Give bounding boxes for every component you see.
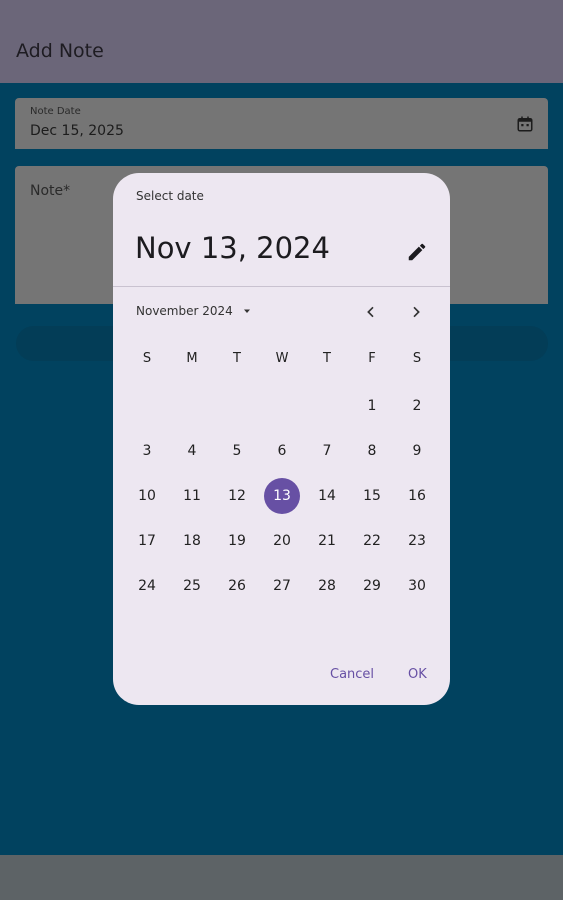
- dialog-divider: [113, 286, 450, 287]
- cancel-button[interactable]: Cancel: [330, 667, 374, 682]
- day-cell[interactable]: 26: [219, 568, 255, 604]
- note-date-field[interactable]: Note Date Dec 15, 2025: [15, 98, 548, 149]
- caret-down-icon: [243, 309, 250, 313]
- page-title: Add Note: [16, 40, 104, 62]
- day-cell[interactable]: 21: [309, 523, 345, 559]
- day-cell[interactable]: 24: [129, 568, 165, 604]
- weekday-label: S: [142, 351, 152, 366]
- day-cell[interactable]: 25: [174, 568, 210, 604]
- weekday-label: M: [186, 351, 198, 366]
- day-cell[interactable]: 15: [354, 478, 390, 514]
- selected-date-headline: Nov 13, 2024: [135, 231, 330, 265]
- weekday-label: T: [233, 351, 241, 366]
- weekday-label: F: [368, 351, 376, 366]
- dialog-title: Select date: [136, 189, 204, 203]
- day-cell[interactable]: 11: [174, 478, 210, 514]
- day-cell[interactable]: 30: [399, 568, 435, 604]
- day-cell[interactable]: 14: [309, 478, 345, 514]
- pencil-icon[interactable]: [406, 241, 428, 263]
- day-cell[interactable]: 3: [129, 433, 165, 469]
- day-cell[interactable]: 2: [399, 388, 435, 424]
- chevron-left-icon[interactable]: [363, 304, 379, 320]
- note-label: Note*: [30, 183, 71, 199]
- day-cell[interactable]: 12: [219, 478, 255, 514]
- date-picker-dialog: Select date Nov 13, 2024 November 2024 S…: [113, 173, 450, 705]
- day-cell[interactable]: 29: [354, 568, 390, 604]
- day-cell[interactable]: 8: [354, 433, 390, 469]
- day-cell[interactable]: 5: [219, 433, 255, 469]
- day-cell[interactable]: 17: [129, 523, 165, 559]
- note-date-value: Dec 15, 2025: [30, 123, 124, 139]
- selected-day-cell[interactable]: 13: [264, 478, 300, 514]
- day-cell[interactable]: 10: [129, 478, 165, 514]
- day-cell[interactable]: 22: [354, 523, 390, 559]
- weekday-label: T: [323, 351, 331, 366]
- day-cell[interactable]: 19: [219, 523, 255, 559]
- day-cell[interactable]: 27: [264, 568, 300, 604]
- day-cell[interactable]: 16: [399, 478, 435, 514]
- month-year-selector[interactable]: November 2024: [136, 304, 253, 318]
- day-cell[interactable]: 6: [264, 433, 300, 469]
- ok-button[interactable]: OK: [408, 667, 427, 682]
- weekday-label: W: [275, 351, 289, 366]
- day-cell[interactable]: 20: [264, 523, 300, 559]
- day-cell[interactable]: 23: [399, 523, 435, 559]
- day-cell[interactable]: 9: [399, 433, 435, 469]
- month-year-label: November 2024: [136, 304, 233, 318]
- weekday-label: S: [412, 351, 422, 366]
- app-bar: Add Note: [0, 0, 563, 83]
- day-cell[interactable]: 1: [354, 388, 390, 424]
- calendar-icon[interactable]: [516, 115, 534, 133]
- day-cell[interactable]: 4: [174, 433, 210, 469]
- bottom-bar: [0, 855, 563, 900]
- day-cell[interactable]: 18: [174, 523, 210, 559]
- day-cell[interactable]: 28: [309, 568, 345, 604]
- chevron-right-icon[interactable]: [408, 304, 424, 320]
- note-date-label: Note Date: [30, 106, 81, 117]
- day-cell[interactable]: 7: [309, 433, 345, 469]
